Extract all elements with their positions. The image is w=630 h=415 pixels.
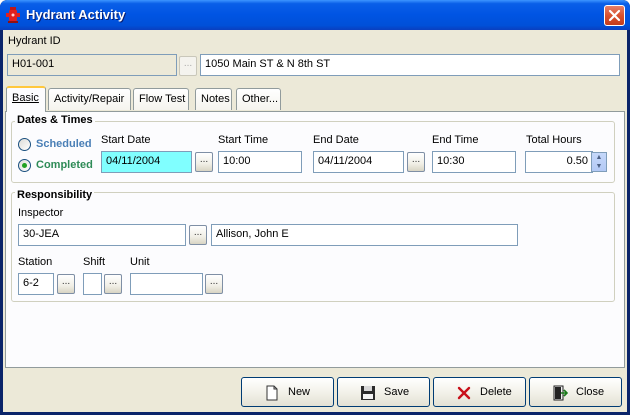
delete-x-icon bbox=[457, 386, 471, 400]
end-date-field[interactable]: 04/11/2004 bbox=[313, 151, 404, 173]
hydrant-activity-window: Hydrant Activity Hydrant ID H01-001 ... … bbox=[0, 0, 630, 415]
hydrant-icon bbox=[6, 7, 20, 23]
close-icon bbox=[608, 9, 621, 22]
floppy-disk-icon bbox=[361, 386, 375, 400]
tab-basic-label: Basic bbox=[12, 92, 39, 104]
tab-other-label: Other... bbox=[242, 93, 279, 105]
inspector-name-field[interactable]: Allison, John E bbox=[211, 224, 518, 246]
close-button-label: Close bbox=[576, 386, 605, 398]
unit-field[interactable] bbox=[130, 273, 203, 295]
shift-label: Shift bbox=[83, 256, 106, 268]
total-hours-label: Total Hours bbox=[526, 134, 582, 146]
close-button[interactable]: Close bbox=[529, 377, 622, 407]
end-time-label: End Time bbox=[432, 134, 479, 146]
save-button-label: Save bbox=[384, 386, 410, 398]
tab-notes-label: Notes bbox=[201, 93, 230, 105]
inspector-lookup-button[interactable]: ... bbox=[189, 225, 207, 245]
total-hours-spinner[interactable]: ▲ ▼ bbox=[591, 152, 607, 172]
spin-down-icon[interactable]: ▼ bbox=[592, 162, 606, 171]
close-window-button[interactable] bbox=[604, 5, 625, 26]
inspector-label: Inspector bbox=[18, 207, 64, 219]
save-button[interactable]: Save bbox=[337, 377, 430, 407]
station-field[interactable]: 6-2 bbox=[18, 273, 54, 295]
unit-lookup-button[interactable]: ... bbox=[205, 274, 223, 294]
tab-flow-test[interactable]: Flow Test bbox=[133, 88, 189, 110]
completed-label[interactable]: Completed bbox=[36, 159, 93, 171]
station-label: Station bbox=[18, 256, 53, 268]
dates-times-title: Dates & Times bbox=[15, 114, 95, 126]
spin-up-icon[interactable]: ▲ bbox=[592, 153, 606, 162]
shift-field[interactable] bbox=[83, 273, 102, 295]
inspector-code-field[interactable]: 30-JEA bbox=[18, 224, 186, 246]
start-date-label: Start Date bbox=[101, 134, 151, 146]
dialog-client-area: Hydrant ID H01-001 ... 1050 Main ST & N … bbox=[3, 30, 627, 412]
station-lookup-button[interactable]: ... bbox=[57, 274, 75, 294]
delete-button-label: Delete bbox=[480, 386, 512, 398]
title-bar[interactable]: Hydrant Activity bbox=[0, 0, 630, 30]
hydrant-id-label: Hydrant ID bbox=[8, 35, 61, 47]
start-date-picker-button[interactable]: ... bbox=[195, 152, 213, 172]
tab-basic[interactable]: Basic bbox=[6, 86, 46, 112]
end-date-label: End Date bbox=[313, 134, 359, 146]
hydrant-id-field: H01-001 bbox=[7, 54, 177, 76]
delete-button[interactable]: Delete bbox=[433, 377, 526, 407]
scheduled-radio[interactable] bbox=[18, 138, 31, 151]
tab-activity-repair-label: Activity/Repair bbox=[54, 93, 125, 105]
new-button-label: New bbox=[288, 386, 311, 398]
start-time-label: Start Time bbox=[218, 134, 269, 146]
scheduled-label[interactable]: Scheduled bbox=[36, 138, 92, 150]
tab-notes[interactable]: Notes bbox=[195, 88, 232, 110]
hydrant-lookup-button[interactable]: ... bbox=[179, 56, 197, 76]
tab-activity-repair[interactable]: Activity/Repair bbox=[48, 88, 131, 110]
new-button[interactable]: New bbox=[241, 377, 334, 407]
responsibility-title: Responsibility bbox=[15, 189, 95, 201]
completed-radio[interactable] bbox=[18, 159, 31, 172]
total-hours-field[interactable]: 0.50 bbox=[525, 151, 593, 173]
new-document-icon bbox=[266, 385, 278, 401]
start-date-field[interactable]: 04/11/2004 bbox=[101, 151, 192, 173]
end-time-field[interactable]: 10:30 bbox=[432, 151, 516, 173]
hydrant-address-field[interactable]: 1050 Main ST & N 8th ST bbox=[200, 54, 620, 76]
shift-lookup-button[interactable]: ... bbox=[104, 274, 122, 294]
window-title: Hydrant Activity bbox=[26, 7, 126, 22]
exit-door-icon bbox=[553, 385, 568, 401]
tab-flow-test-label: Flow Test bbox=[139, 93, 186, 105]
end-date-picker-button[interactable]: ... bbox=[407, 152, 425, 172]
tab-other[interactable]: Other... bbox=[236, 88, 281, 110]
unit-label: Unit bbox=[130, 256, 150, 268]
start-time-field[interactable]: 10:00 bbox=[218, 151, 302, 173]
